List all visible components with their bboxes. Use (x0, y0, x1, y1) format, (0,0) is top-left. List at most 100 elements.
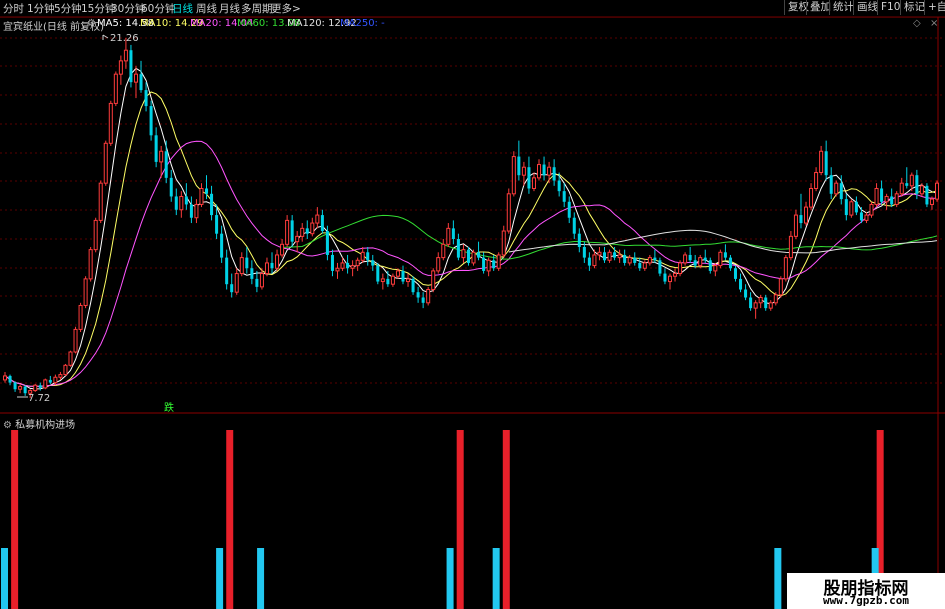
candle-body-down (693, 260, 697, 266)
candle-body-up (123, 49, 128, 62)
candle-body-down (658, 260, 662, 274)
candle-body-up (521, 166, 526, 176)
candle-body-up (2, 375, 8, 381)
candle-body-down (602, 252, 607, 261)
candle-body-down (653, 257, 657, 261)
tab-daily[interactable]: 日线 (172, 1, 193, 16)
settings-icon[interactable]: ⚙ (87, 18, 96, 29)
candle-body-down (915, 175, 919, 194)
candle-body-up (501, 230, 506, 256)
candle-body-up (234, 273, 239, 293)
candle-body-down (48, 379, 52, 383)
candle-body-down (220, 233, 224, 258)
kline-chart[interactable]: 21.26 7.72 跌 (0, 0, 945, 609)
candle-body-up (83, 278, 88, 306)
tab-1min[interactable]: 1分钟 (27, 1, 55, 16)
candle-body-up (426, 289, 431, 304)
candle-body-up (899, 182, 904, 195)
tab-5min[interactable]: 5分钟 (54, 1, 82, 16)
candle-body-down (482, 257, 486, 271)
candle-body-up (804, 206, 809, 224)
tab-more[interactable]: 更多> (271, 1, 301, 16)
candle-body-up (355, 259, 360, 267)
candle-body-down (456, 239, 460, 258)
candle-body-down (210, 193, 214, 216)
candle-body-up (103, 142, 108, 184)
candle-body-up (496, 254, 501, 269)
candle-body-up (783, 257, 788, 280)
candle-body-up (436, 257, 441, 272)
candle-body-down (451, 228, 455, 240)
candle-body-down (542, 164, 546, 176)
candle-body-down (376, 265, 380, 282)
candle-body-up (441, 243, 446, 259)
candle-body-up (713, 265, 718, 272)
candle-body-up (431, 270, 436, 291)
candle-body-down (371, 260, 375, 266)
candle-body-up (18, 386, 23, 390)
tab-60min[interactable]: 60分钟 (141, 1, 175, 16)
tab-monthly[interactable]: 月线 (219, 1, 240, 16)
diamond-icon[interactable]: ◇ (913, 18, 921, 29)
candle-body-down (416, 292, 420, 298)
candle-body-down (567, 201, 571, 218)
add-watchlist-button[interactable]: +自选 (924, 0, 945, 15)
candle-body-up (834, 182, 839, 195)
candle-body-up (315, 214, 320, 224)
candle-body-down (401, 270, 405, 282)
candle-body-up (683, 254, 688, 264)
candle-body-up (108, 102, 113, 144)
cyan-signal-bar (216, 548, 224, 609)
candle-body-down (38, 385, 42, 388)
candle-body-down (623, 254, 627, 263)
candle-body-up (63, 364, 68, 376)
tab-multi-period[interactable]: 多周期 (241, 1, 273, 16)
candle-body-up (390, 275, 395, 285)
candle-body-up (773, 294, 778, 304)
candle-body-down (250, 268, 254, 279)
indicator-title: 私募机构进场 (15, 420, 76, 431)
candle-body-down (739, 278, 743, 290)
candle-body-up (869, 203, 874, 216)
candle-body-down (587, 257, 591, 266)
candle-body-down (245, 257, 249, 269)
candle-body-up (864, 214, 869, 221)
candle-body-up (446, 227, 451, 245)
candle-body-up (819, 150, 824, 174)
candle-body-down (225, 257, 229, 285)
candle-body-up (642, 262, 647, 269)
indicator-settings-icon[interactable]: ⚙ (3, 420, 12, 431)
candle-body-up (340, 262, 345, 269)
candle-body-down (703, 257, 707, 261)
ma-info-bar: 宜宾纸业(日线 前复权) ⚙ MA5: 14.58 MA10: 14.29 MA… (0, 18, 945, 33)
candle-body-up (58, 374, 63, 378)
candle-body-up (179, 195, 184, 211)
tab-weekly[interactable]: 周线 (196, 1, 217, 16)
candle-body-up (929, 198, 934, 205)
candle-body-up (909, 174, 914, 187)
candle-body-down (290, 220, 294, 242)
candle-body-down (477, 252, 481, 258)
candle-body-down (557, 180, 561, 192)
candle-body-down (144, 90, 148, 107)
close-icon[interactable]: × (930, 18, 938, 29)
candle-body-down (688, 254, 692, 261)
candle-body-down (663, 273, 667, 282)
candle-body-up (486, 259, 491, 272)
candle-body-down (764, 297, 768, 309)
candle-body-down (466, 249, 470, 263)
candle-body-down (749, 297, 753, 309)
candle-body-up (295, 235, 300, 243)
tab-intraday[interactable]: 分时 (3, 1, 24, 16)
candle-body-down (799, 215, 803, 224)
candle-body-up (531, 177, 536, 189)
candle-body-down (255, 278, 259, 287)
candle-body-up (607, 251, 612, 261)
candle-body-up (673, 273, 678, 277)
candle-body-down (905, 183, 909, 186)
candle-body-up (592, 254, 597, 267)
candle-body-down (149, 106, 153, 136)
candle-body-up (793, 214, 798, 237)
candle-body-down (386, 278, 390, 285)
candle-body-up (285, 219, 290, 245)
